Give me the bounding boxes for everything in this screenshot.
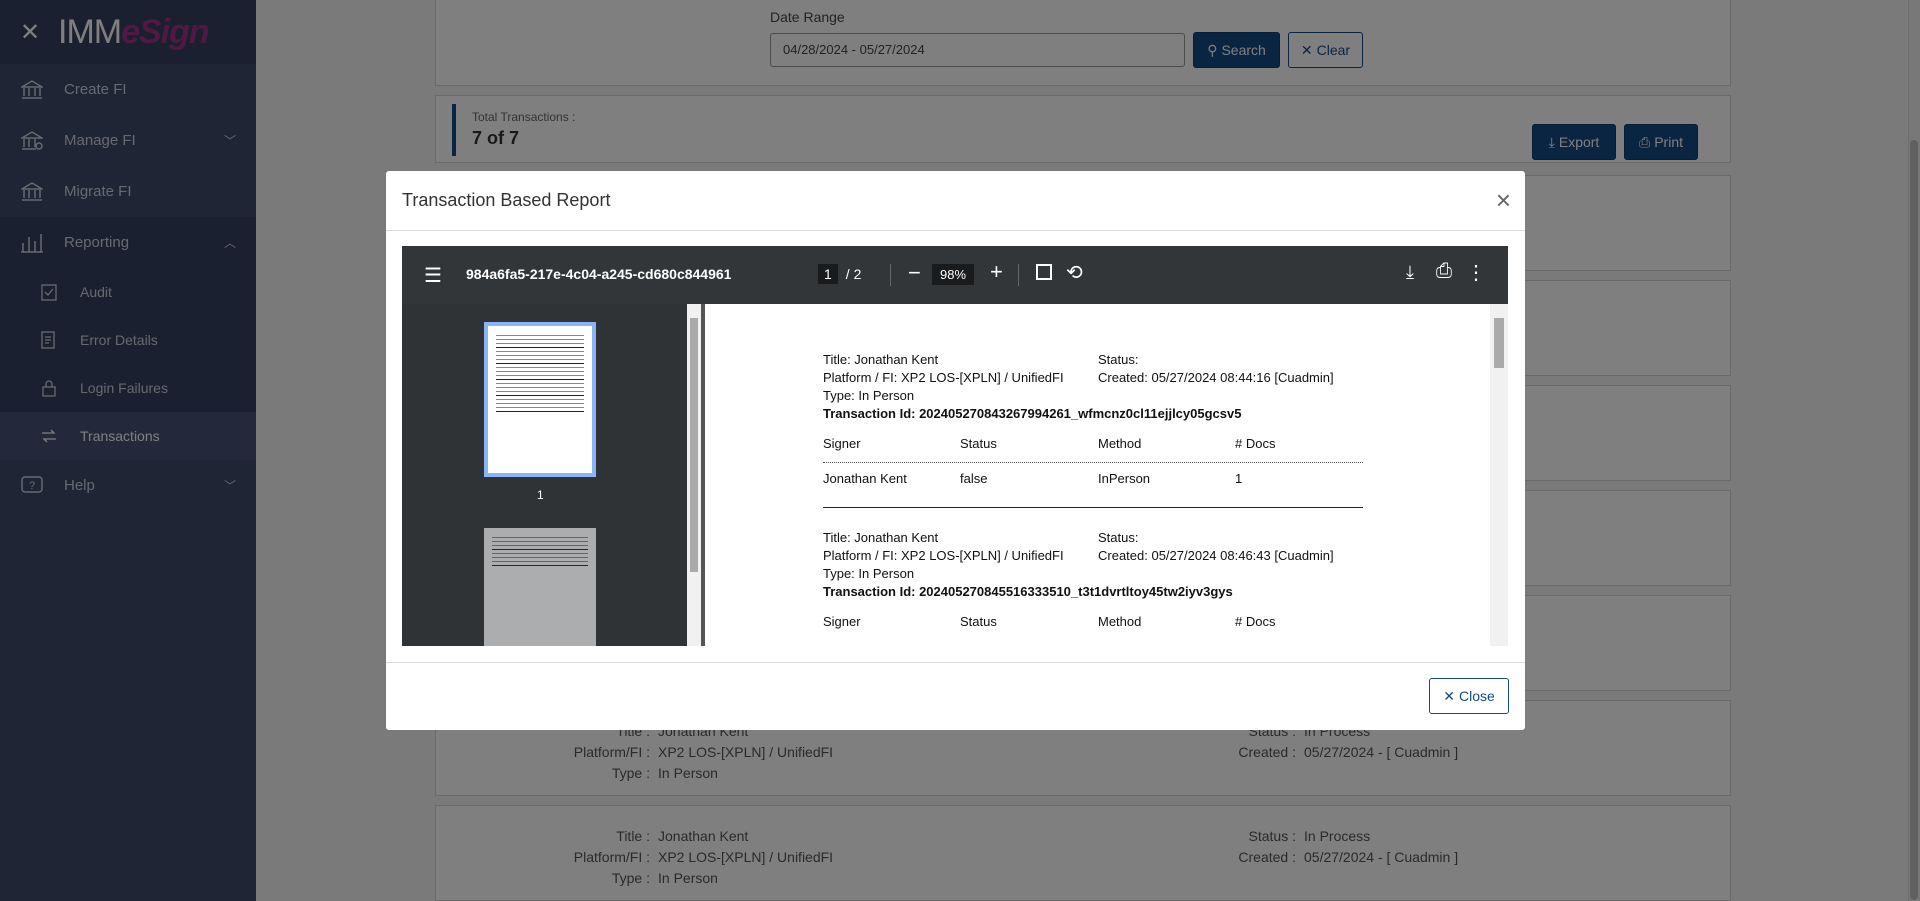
cell-signer: Jonathan Kent (823, 471, 907, 486)
zoom-input[interactable]: 98% (932, 264, 975, 285)
close-icon: ✕ (1443, 687, 1455, 704)
record-status: Status: (1098, 530, 1139, 545)
report-modal: Transaction Based Report × ☰ 984a6fa5-21… (386, 171, 1525, 730)
toolbar-divider (890, 264, 891, 286)
page-scrollbar[interactable] (1490, 304, 1508, 646)
col-header-signer: Signer (823, 436, 861, 451)
modal-title: Transaction Based Report (402, 190, 611, 210)
page-thumbnail-2[interactable] (484, 528, 596, 646)
col-header-docs: # Docs (1235, 614, 1276, 629)
download-icon[interactable]: ⤓ (1406, 262, 1414, 283)
record-divider (823, 507, 1363, 508)
record-title: Title: Jonathan Kent (823, 352, 939, 367)
col-header-method: Method (1098, 614, 1142, 629)
record-created: Created: 05/27/2024 08:46:43 [Cuadmin] (1098, 548, 1334, 563)
pdf-toolbar: ☰ 984a6fa5-217e-4c04-a245-cd680c844961 1… (402, 246, 1508, 304)
modal-footer: ✕ Close (386, 662, 1525, 730)
page-indicator: 1 / 2 (818, 264, 861, 284)
cell-method: InPerson (1098, 471, 1151, 486)
col-header-method: Method (1098, 436, 1142, 451)
close-button[interactable]: ✕ Close (1429, 678, 1509, 714)
cell-docs: 1 (1235, 471, 1243, 486)
dotted-divider (823, 462, 1363, 463)
menu-icon[interactable]: ☰ (424, 263, 442, 288)
col-header-status: Status (960, 436, 997, 451)
more-vertical-icon[interactable]: ⋮ (1466, 260, 1486, 285)
record-status: Status: (1098, 352, 1139, 367)
close-label: Close (1458, 688, 1495, 704)
toolbar-divider (1018, 264, 1019, 286)
record-type: Type: In Person (823, 566, 915, 581)
record-type: Type: In Person (823, 388, 915, 403)
fit-page-icon[interactable] (1036, 264, 1052, 280)
modal-header: Transaction Based Report × (386, 171, 1525, 231)
printer-icon[interactable]: ⎙ (1436, 260, 1452, 283)
cell-status: false (960, 471, 988, 486)
record-title: Title: Jonathan Kent (823, 530, 939, 545)
zoom-in-icon[interactable]: + (990, 259, 1003, 285)
close-icon[interactable]: × (1496, 187, 1511, 213)
pdf-filename: 984a6fa5-217e-4c04-a245-cd680c844961 (466, 266, 732, 282)
thumbnail-scrollbar[interactable] (687, 304, 701, 646)
record-platform: Platform / FI: XP2 LOS-[XPLN] / UnifiedF… (823, 370, 1064, 385)
thumbnail-sidebar: 1 (402, 304, 687, 646)
thumbnail-page-number: 1 (537, 488, 544, 502)
record-created: Created: 05/27/2024 08:44:16 [Cuadmin] (1098, 370, 1334, 385)
record-transaction-id: Transaction Id: 202405270845516333510_t3… (823, 584, 1233, 599)
zoom-out-icon[interactable]: − (908, 260, 921, 286)
page-thumbnail-1[interactable] (484, 322, 596, 477)
col-header-status: Status (960, 614, 997, 629)
record-transaction-id: Transaction Id: 202405270843267994261_wf… (823, 406, 1242, 421)
pdf-page: Title: Jonathan Kent Status: Platform / F… (705, 304, 1490, 646)
pdf-viewer: ☰ 984a6fa5-217e-4c04-a245-cd680c844961 1… (402, 246, 1508, 646)
col-header-docs: # Docs (1235, 436, 1276, 451)
rotate-icon[interactable]: ⟲ (1066, 260, 1083, 285)
page-total: / 2 (845, 266, 862, 282)
report-record: Title: Jonathan Kent Status: Platform / F… (823, 352, 1363, 526)
col-header-signer: Signer (823, 614, 861, 629)
report-record: Title: Jonathan Kent Status: Platform / F… (823, 530, 1363, 632)
record-platform: Platform / FI: XP2 LOS-[XPLN] / UnifiedF… (823, 548, 1064, 563)
page-number-input[interactable]: 1 (818, 264, 838, 284)
